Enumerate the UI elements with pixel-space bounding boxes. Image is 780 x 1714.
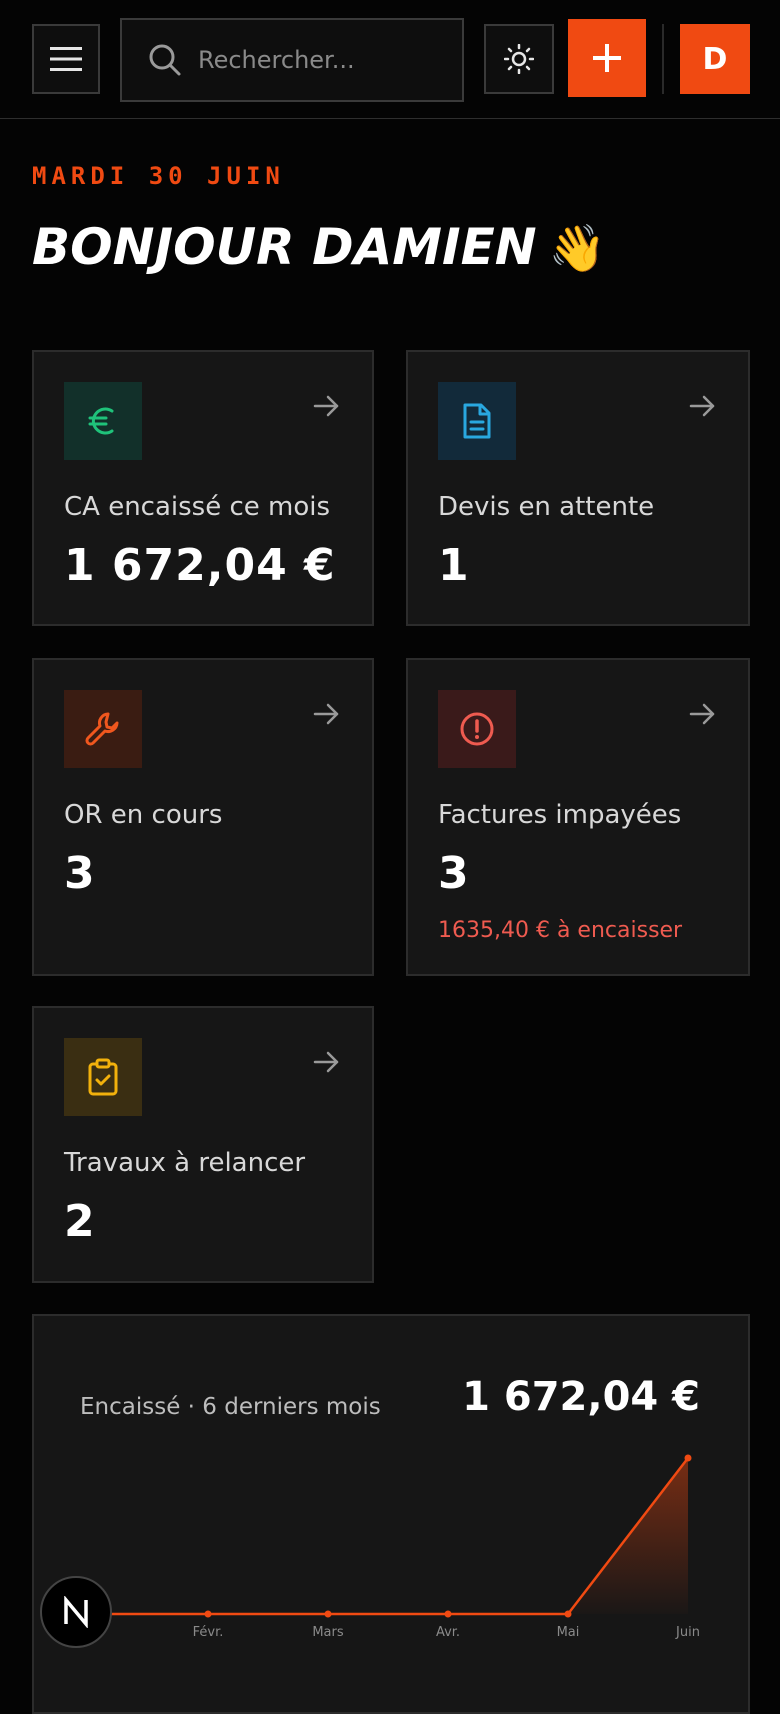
alert-icon (438, 690, 516, 768)
card-pending-quotes[interactable]: Devis en attente 1 (406, 350, 750, 626)
card-subtext: 1635,40 € à encaisser (438, 918, 683, 943)
arrow-right-icon (313, 1051, 339, 1073)
menu-button[interactable] (32, 24, 100, 94)
revenue-chart-card: Encaissé · 6 derniers mois 1 672,04 € Ja… (32, 1314, 750, 1714)
chart-x-tick-label: Mai (557, 1625, 580, 1640)
arrow-right-icon (689, 703, 715, 725)
document-icon (438, 382, 516, 460)
card-value: 3 (64, 848, 96, 899)
chart-x-tick-label: Avr. (436, 1625, 460, 1640)
card-value: 1 672,04 € (64, 540, 336, 591)
chart-point (684, 1454, 692, 1462)
chart-x-tick-label: Févr. (193, 1625, 224, 1640)
add-button[interactable] (568, 19, 646, 97)
revenue-chart: Janv.Févr.MarsAvr.MaiJuin (72, 1454, 700, 1640)
card-value: 3 (438, 848, 470, 899)
card-label: CA encaissé ce mois (64, 492, 331, 522)
wrench-icon (64, 690, 142, 768)
avatar[interactable]: D (680, 24, 750, 94)
hamburger-icon (50, 47, 82, 71)
theme-toggle-button[interactable] (484, 24, 554, 94)
chart-x-tick-label: Juin (675, 1625, 700, 1640)
plus-icon (593, 44, 621, 72)
sun-icon (504, 44, 534, 74)
n-logo-icon (64, 1596, 88, 1628)
chart-point (204, 1610, 212, 1618)
search-field[interactable] (120, 18, 464, 102)
card-value: 2 (64, 1196, 96, 1247)
page-title: BONJOUR DAMIEN 👋 (32, 218, 606, 276)
card-jobs-to-follow-up[interactable]: Travaux à relancer 2 (32, 1006, 374, 1283)
dev-tools-badge[interactable] (40, 1576, 112, 1648)
euro-icon (64, 382, 142, 460)
card-label: Factures impayées (438, 800, 682, 830)
card-label: OR en cours (64, 800, 223, 830)
card-value: 1 (438, 540, 470, 591)
search-icon (148, 43, 182, 77)
chart-point (324, 1610, 332, 1618)
arrow-right-icon (689, 395, 715, 417)
clipboard-check-icon (64, 1038, 142, 1116)
greeting-text: BONJOUR DAMIEN (32, 218, 537, 276)
chart-point (564, 1610, 572, 1618)
arrow-right-icon (313, 703, 339, 725)
card-unpaid-invoices[interactable]: Factures impayées 3 1635,40 € à encaisse… (406, 658, 750, 976)
chart-point (444, 1610, 452, 1618)
arrow-right-icon (313, 395, 339, 417)
card-revenue[interactable]: CA encaissé ce mois 1 672,04 € (32, 350, 374, 626)
divider (662, 24, 664, 94)
chart-area (88, 1458, 688, 1614)
card-label: Devis en attente (438, 492, 655, 522)
current-date: MARDI 30 JUIN (32, 162, 285, 190)
chart-x-tick-label: Mars (312, 1625, 344, 1640)
card-label: Travaux à relancer (64, 1148, 306, 1178)
waving-hand-icon: 👋 (548, 221, 606, 275)
top-bar: D (0, 0, 780, 119)
card-repair-orders[interactable]: OR en cours 3 (32, 658, 374, 976)
search-input[interactable] (198, 46, 438, 74)
